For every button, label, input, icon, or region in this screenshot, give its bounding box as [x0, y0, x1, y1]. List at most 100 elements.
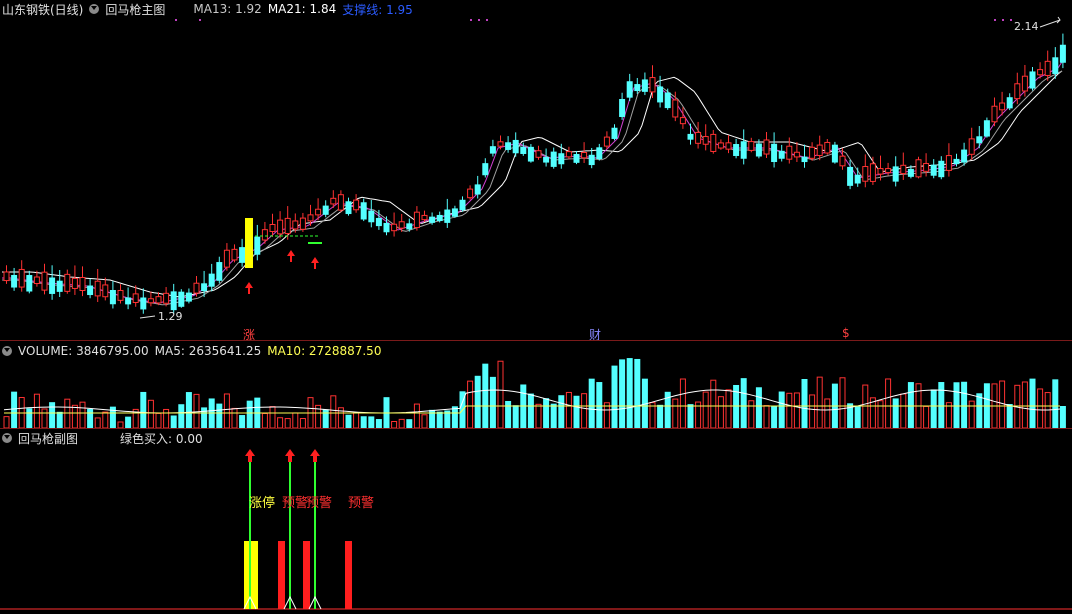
sub-indicator-menu-icon[interactable] [2, 433, 12, 443]
dividend-marker[interactable]: $ [842, 326, 850, 340]
candle-body [64, 273, 71, 292]
volume-ma5-label: MA5: 2635641.25 [154, 344, 262, 358]
candle-body [778, 150, 785, 159]
sub-indicator-name[interactable]: 回马枪副图 [18, 430, 78, 447]
candle-body [961, 149, 968, 163]
volume-bar [839, 377, 846, 429]
candle-body [862, 166, 869, 182]
candle-body [664, 92, 671, 109]
candle-body [284, 217, 291, 235]
volume-bar [923, 405, 930, 429]
candle-body [330, 197, 337, 205]
high-pointer-icon [1039, 16, 1061, 28]
candle-body [816, 144, 823, 156]
volume-bar [824, 398, 831, 429]
signal-arrow-icon [245, 449, 255, 462]
volume-bar [1029, 378, 1036, 429]
volume-bar [550, 403, 557, 429]
volume-bar [231, 407, 238, 429]
volume-bar [299, 418, 306, 429]
volume-bar [976, 393, 983, 429]
warning-signal-text: 预警 [348, 496, 375, 511]
panel-divider[interactable] [0, 340, 1072, 341]
volume-bar [930, 389, 937, 429]
candle-body [854, 174, 861, 184]
volume-panel[interactable]: VOLUME: 3846795.00 MA5: 2635641.25 MA10:… [0, 342, 1072, 430]
top-marker-dot [1002, 19, 1004, 21]
candle-body [132, 293, 139, 304]
candle-body [588, 154, 595, 166]
volume-bar [626, 358, 633, 429]
candle-body [999, 102, 1006, 111]
buy-arrow-icon [287, 250, 295, 262]
top-marker-dot [478, 19, 480, 21]
candle-body [1037, 69, 1044, 76]
candle-body [292, 220, 299, 230]
volume-bar [482, 363, 489, 429]
volume-bar [26, 408, 33, 429]
main-chart-panel[interactable]: 山东钢铁(日线) 回马枪主图 MA13: 1.92 MA21: 1.84 支撑线… [0, 0, 1072, 330]
candlestick-chart[interactable] [0, 0, 1072, 330]
candle-body [345, 201, 352, 215]
candle-body [315, 208, 322, 216]
volume-bar [771, 405, 778, 429]
main-indicator-name[interactable]: 回马枪主图 [105, 1, 165, 18]
candle-body [550, 151, 557, 167]
candle-body [71, 277, 78, 289]
volume-bar [854, 406, 861, 429]
volume-header: VOLUME: 3846795.00 MA5: 2635641.25 MA10:… [0, 342, 381, 360]
candle-body [436, 214, 443, 222]
volume-bar [816, 376, 823, 429]
sub-indicator-panel[interactable]: 回马枪副图 绿色买入: 0.00 涨停 预警 预警 预警 [0, 429, 1072, 614]
volume-bar [611, 365, 618, 429]
volume-bar [505, 400, 512, 429]
candle-body [56, 280, 63, 292]
candle-body [991, 105, 998, 123]
candle-body [915, 159, 922, 178]
volume-bar [725, 389, 732, 429]
limit-up-candle [245, 218, 253, 268]
candle-body [763, 139, 770, 155]
candle-body [94, 280, 101, 297]
volume-bar [277, 417, 284, 429]
volume-bar [140, 391, 147, 429]
candle-body [543, 156, 550, 163]
candle-body [839, 155, 846, 167]
volume-bar [687, 404, 694, 429]
volume-bar [102, 411, 109, 429]
candle-body [79, 276, 86, 292]
candle-body [535, 150, 542, 158]
stock-title[interactable]: 山东钢铁(日线) [2, 1, 83, 18]
candle-body [398, 221, 405, 229]
volume-bar [467, 380, 474, 429]
volume-menu-icon[interactable] [2, 346, 12, 356]
candle-body [672, 99, 679, 118]
candle-body [725, 142, 732, 150]
volume-bar [163, 408, 170, 429]
volume-bar [71, 404, 78, 429]
candle-body [786, 145, 793, 160]
volume-bar [1059, 406, 1066, 429]
warning-bar [303, 541, 310, 609]
indicator-menu-icon[interactable] [89, 4, 100, 14]
candle-body [102, 284, 109, 298]
volume-bar [56, 411, 63, 429]
candle-body [375, 217, 382, 227]
candle-body [216, 262, 223, 281]
candle-body [140, 297, 147, 310]
volume-bar [269, 406, 276, 429]
warning-bar [345, 541, 352, 609]
candle-body [1006, 97, 1013, 109]
candle-body [223, 249, 230, 268]
candle-body [923, 163, 930, 172]
volume-bar [330, 395, 337, 429]
volume-bar [603, 402, 610, 429]
volume-bar [763, 405, 770, 429]
volume-bar [398, 418, 405, 429]
sub-indicator-chart[interactable] [0, 429, 1072, 614]
candle-body [444, 209, 451, 223]
volume-bar [786, 392, 793, 429]
candle-body [619, 99, 626, 117]
candle-body [147, 298, 154, 304]
volume-bar [672, 398, 679, 429]
